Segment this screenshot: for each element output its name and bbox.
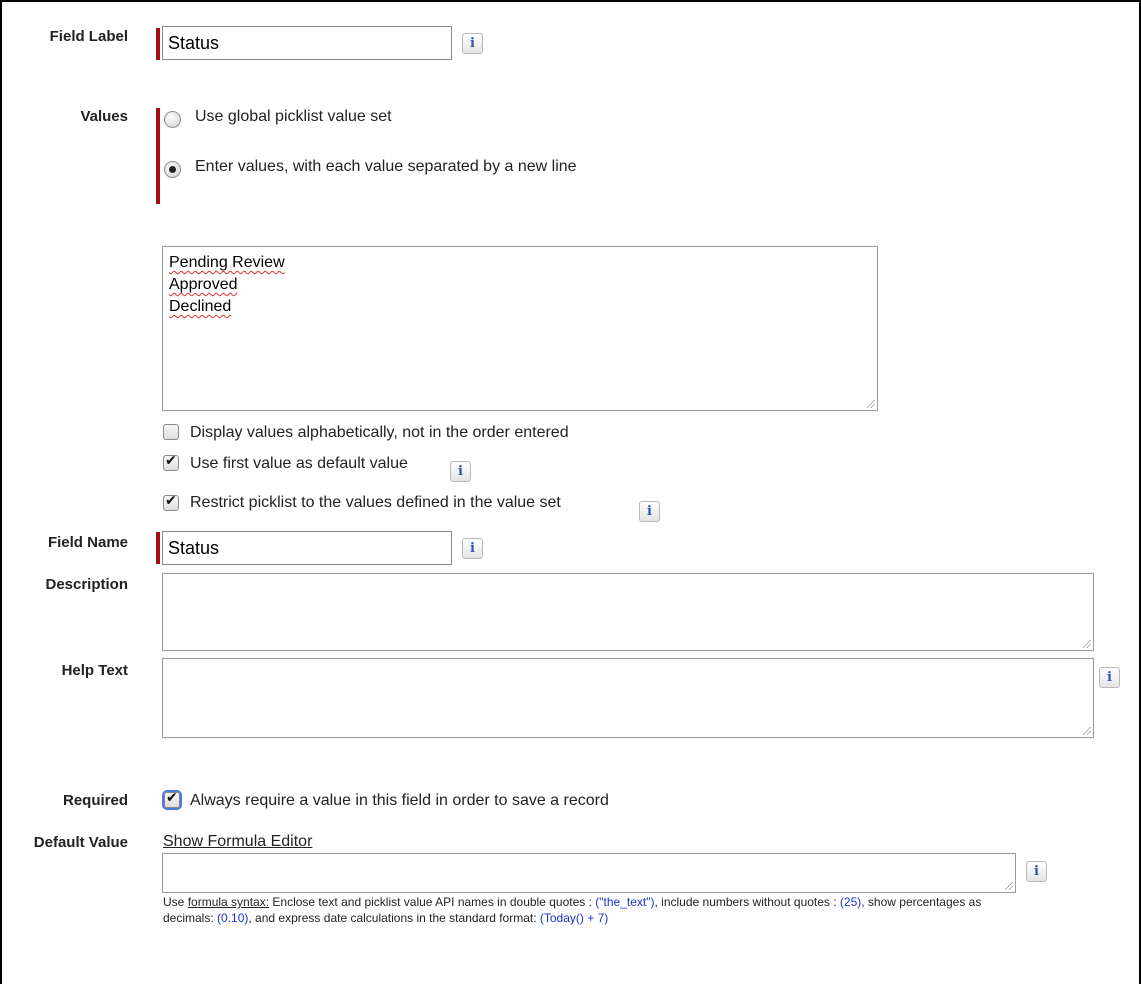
formula-hint: Use formula syntax: Enclose text and pic… [163,894,1023,926]
required-indicator [156,532,160,564]
value-entry: Declined [169,298,232,315]
enter-values-label: Enter values, with each value separated … [195,158,577,175]
info-glyph: i [1107,670,1112,685]
required-option-label: Always require a value in this field in … [190,792,609,809]
value-entry: Approved [169,276,238,293]
required-label: Required [62,792,128,809]
info-icon[interactable]: i [639,501,660,522]
hint-text: Use [163,895,188,909]
info-glyph: i [647,504,652,519]
resize-handle[interactable] [867,400,875,408]
required-checkbox[interactable] [162,790,182,810]
info-icon[interactable]: i [450,461,471,482]
enter-values-radio[interactable] [164,161,181,178]
info-icon[interactable]: i [462,538,483,559]
description-label: Description [45,576,128,593]
help-text-label: Help Text [61,662,128,679]
info-glyph: i [458,464,463,479]
restrict-picklist-label: Restrict picklist to the values defined … [190,494,561,511]
hint-text: Enclose text and picklist value API name… [269,895,596,909]
first-value-default-label: Use first value as default value [190,455,408,472]
global-picklist-radio[interactable] [164,111,181,128]
alphabetical-label: Display values alphabetically, not in th… [190,424,569,441]
alphabetical-checkbox[interactable] [163,424,179,440]
required-indicator [156,108,160,204]
hint-example: (Today() + 7) [539,911,609,925]
required-indicator [156,28,160,60]
field-label-label: Field Label [49,28,128,45]
show-formula-editor-link[interactable]: Show Formula Editor [163,833,312,851]
info-glyph: i [1034,864,1039,879]
values-label: Values [80,108,128,125]
info-icon[interactable]: i [1026,861,1047,882]
info-glyph: i [470,541,475,556]
hint-example: (25) [839,895,862,909]
info-icon[interactable]: i [1099,667,1120,688]
default-value-textarea[interactable] [162,853,1016,893]
field-name-label: Field Name [47,534,128,551]
field-label-input[interactable] [162,26,452,60]
info-icon[interactable]: i [462,33,483,54]
global-picklist-label: Use global picklist value set [195,108,392,125]
resize-handle[interactable] [1083,640,1091,648]
resize-handle[interactable] [1083,727,1091,735]
help-text-textarea[interactable] [162,658,1094,738]
hint-example: ("the_text") [595,895,655,909]
hint-text: , and express date calculations in the s… [248,911,540,925]
values-textarea[interactable]: Pending Review Approved Declined [162,246,878,411]
hint-example: (0.10) [217,911,249,925]
info-glyph: i [470,36,475,51]
field-name-input[interactable] [162,531,452,565]
resize-handle[interactable] [1005,882,1013,890]
value-entry: Pending Review [169,254,285,271]
first-value-default-checkbox[interactable] [163,453,179,471]
restrict-picklist-checkbox[interactable] [163,493,179,511]
formula-syntax-link[interactable]: formula syntax: [188,895,269,909]
description-textarea[interactable] [162,573,1094,651]
hint-text: , include numbers without quotes : [654,895,840,909]
default-value-label: Default Value [33,834,128,851]
